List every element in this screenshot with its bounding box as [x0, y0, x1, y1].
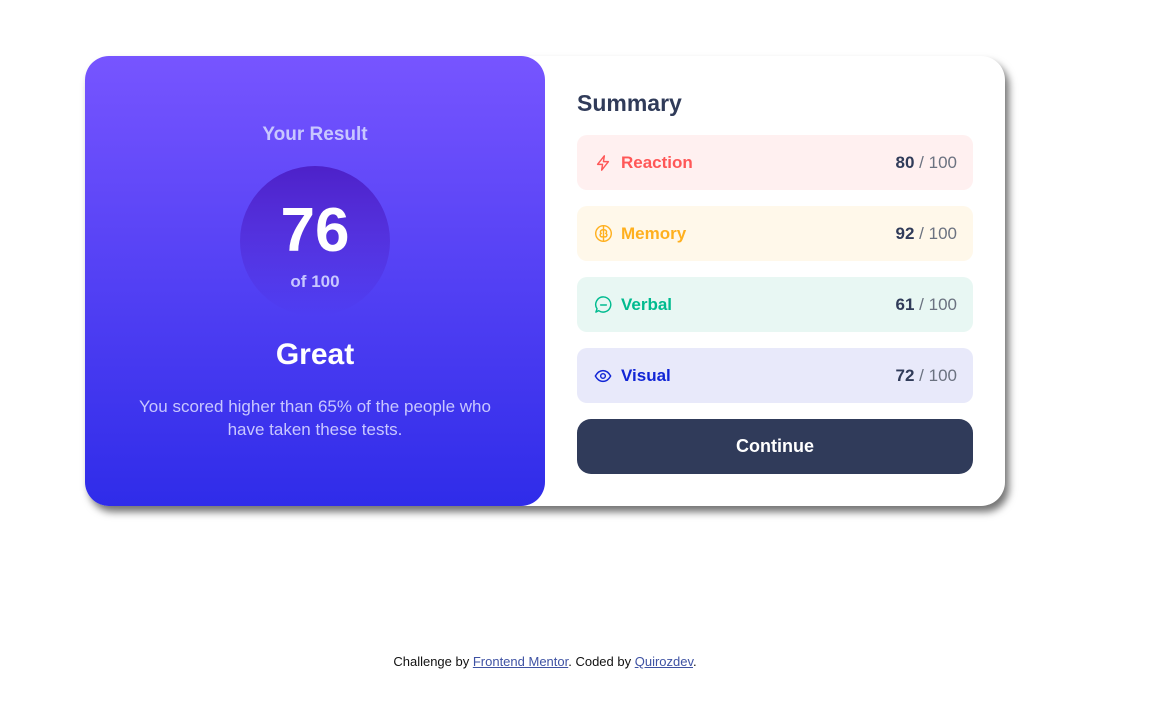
summary-item-reaction: Reaction 80 / 100 [577, 135, 973, 190]
summary-item-label: Visual [621, 365, 671, 385]
footer-attribution: Challenge by Frontend Mentor. Coded by Q… [393, 654, 697, 669]
summary-item-label: Verbal [621, 294, 673, 314]
eye-icon [593, 366, 613, 386]
verdict: Great [275, 338, 355, 371]
result-description: You scored higher than 65% of the people… [139, 397, 491, 439]
summary-item-visual: Visual 72 / 100 [577, 348, 973, 403]
results-card: Your Result 76 of 100 Great You scored h… [85, 56, 1005, 506]
summary-title: Summary [577, 90, 682, 116]
score-value: 76 [280, 196, 350, 265]
frontend-mentor-link[interactable]: Frontend Mentor [473, 654, 568, 669]
summary-item-score: 80 / 100 [895, 152, 958, 172]
summary-item-label: Memory [621, 223, 687, 243]
summary-item-memory: Memory 92 / 100 [577, 206, 973, 261]
summary-item-verbal: Verbal 61 / 100 [577, 277, 973, 332]
result-panel: Your Result 76 of 100 Great You scored h… [85, 56, 545, 506]
summary-item-score: 61 / 100 [895, 294, 958, 314]
author-link[interactable]: Quirozdev [635, 654, 693, 669]
result-heading: Your Result [262, 124, 368, 145]
summary-panel: Summary Reaction 80 / 100 Memory 92 / 10… [545, 56, 1005, 506]
score-max: of 100 [290, 272, 340, 291]
summary-item-score: 72 / 100 [895, 365, 958, 385]
summary-item-score: 92 / 100 [895, 223, 958, 243]
lightning-icon [593, 153, 613, 173]
score-circle: 76 of 100 [240, 166, 390, 316]
continue-button[interactable]: Continue [577, 419, 973, 474]
brain-icon [593, 224, 613, 244]
summary-item-label: Reaction [621, 152, 693, 172]
chat-bubble-icon [593, 295, 613, 315]
